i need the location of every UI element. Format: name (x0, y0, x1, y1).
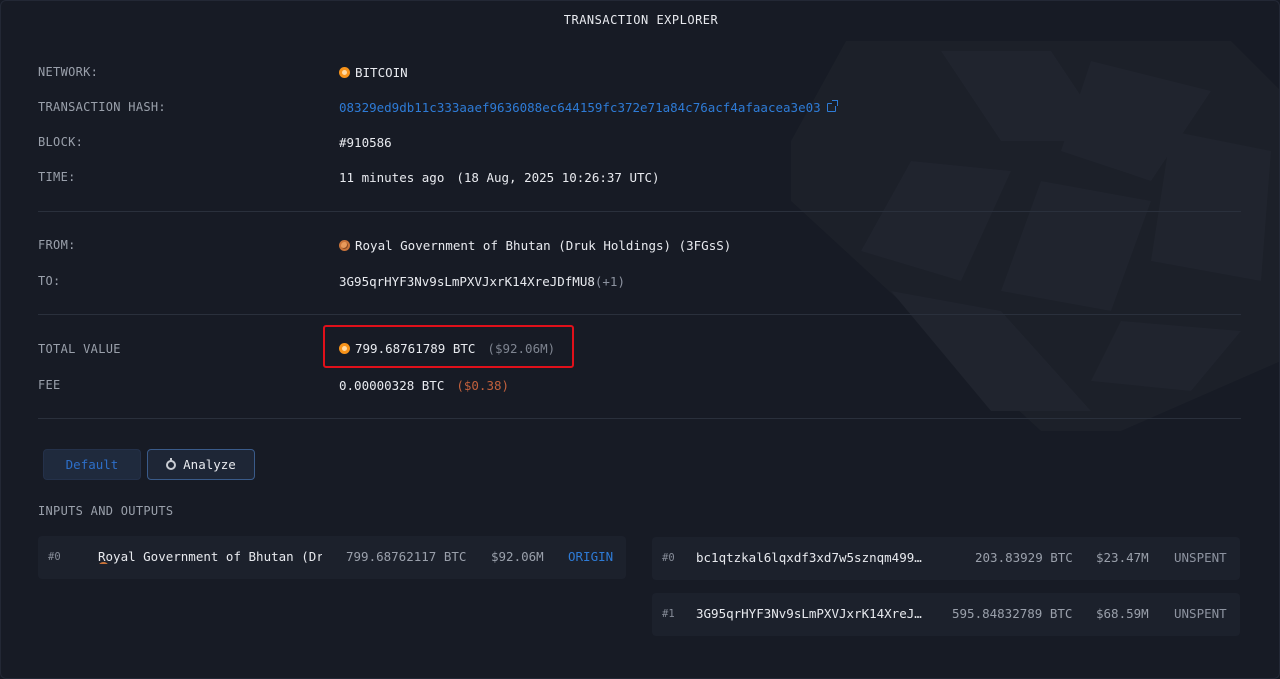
analyze-icon (166, 457, 177, 470)
bhutan-entity-icon (339, 240, 350, 251)
time-label: TIME: (38, 170, 76, 184)
from-address[interactable]: Royal Government of Bhutan (Druk Holding… (355, 238, 731, 253)
hash-label: TRANSACTION HASH: (38, 100, 166, 114)
input-usd: $92.06M (491, 549, 544, 564)
from-value[interactable]: Royal Government of Bhutan (Druk Holding… (339, 238, 731, 253)
network-label: NETWORK: (38, 65, 99, 79)
hash-value[interactable]: 08329ed9db11c333aaef9636088ec644159fc372… (339, 100, 838, 115)
time-absolute: (18 Aug, 2025 10:26:37 UTC) (456, 170, 660, 185)
tab-analyze-label: Analyze (183, 457, 236, 472)
transaction-hash-link[interactable]: 08329ed9db11c333aaef9636088ec644159fc372… (339, 100, 821, 115)
time-relative: 11 minutes ago (339, 170, 445, 185)
tab-default[interactable]: Default (43, 449, 141, 480)
output-address[interactable]: 3G95qrHYF3Nv9sLmPXVJxrK14XreJ… (696, 606, 922, 621)
total-value-highlight-box (323, 325, 574, 368)
input-entity[interactable]: Royal Government of Bhutan (Druk Holding… (98, 549, 322, 564)
block-label: BLOCK: (38, 135, 84, 149)
time-value: 11 minutes ago (18 Aug, 2025 10:26:37 UT… (339, 170, 660, 185)
output-address[interactable]: bc1qtzkal6lqxdf3xd7w5sznqm499… (696, 550, 922, 565)
from-label: FROM: (38, 238, 76, 252)
divider-1 (38, 211, 1241, 212)
logo-watermark (791, 41, 1279, 431)
input-index: #0 (48, 551, 61, 563)
input-entity-name[interactable]: Royal Government of Bhutan (Druk Holding… (98, 549, 322, 564)
divider-3 (38, 418, 1241, 419)
fee-btc: 0.00000328 BTC (339, 378, 445, 393)
output-btc: 595.84832789 BTC (952, 606, 1073, 621)
fee-usd: ($0.38) (456, 378, 510, 393)
output-row[interactable]: #0 bc1qtzkal6lqxdf3xd7w5sznqm499… 203.83… (652, 537, 1240, 580)
network-value: BITCOIN (339, 65, 408, 80)
output-index: #1 (662, 608, 675, 620)
input-btc: 799.68762117 BTC (346, 549, 467, 564)
network-name: BITCOIN (355, 65, 408, 80)
fee-label: FEE (38, 378, 61, 392)
input-status-origin[interactable]: ORIGIN (568, 549, 613, 564)
tab-default-label: Default (65, 457, 119, 472)
output-row[interactable]: #1 3G95qrHYF3Nv9sLmPXVJxrK14XreJ… 595.84… (652, 593, 1240, 636)
bitcoin-icon (339, 67, 350, 78)
total-value-label: TOTAL VALUE (38, 342, 121, 356)
fee-value: 0.00000328 BTC ($0.38) (339, 378, 509, 393)
to-value[interactable]: 3G95qrHYF3Nv9sLmPXVJxrK14XreJDfMU8 (+1) (339, 274, 625, 289)
transaction-explorer-panel: TRANSACTION EXPLORER NETWORK: BITCOIN TR… (0, 0, 1280, 679)
block-value: #910586 (339, 135, 392, 150)
page-title: TRANSACTION EXPLORER (563, 13, 719, 27)
to-extra-count[interactable]: (+1) (595, 274, 625, 289)
to-label: TO: (38, 274, 61, 288)
output-index: #0 (662, 552, 675, 564)
tab-analyze[interactable]: Analyze (147, 449, 255, 480)
output-usd: $23.47M (1096, 550, 1149, 565)
to-address[interactable]: 3G95qrHYF3Nv9sLmPXVJxrK14XreJDfMU8 (339, 274, 595, 289)
output-btc: 203.83929 BTC (975, 550, 1073, 565)
input-row[interactable]: #0 Royal Government of Bhutan (Druk Hold… (38, 536, 626, 579)
divider-2 (38, 314, 1241, 315)
output-status: UNSPENT (1174, 550, 1227, 565)
output-usd: $68.59M (1096, 606, 1149, 621)
external-link-icon[interactable] (826, 100, 838, 112)
output-status: UNSPENT (1174, 606, 1227, 621)
inputs-outputs-title: INPUTS AND OUTPUTS (38, 504, 174, 518)
